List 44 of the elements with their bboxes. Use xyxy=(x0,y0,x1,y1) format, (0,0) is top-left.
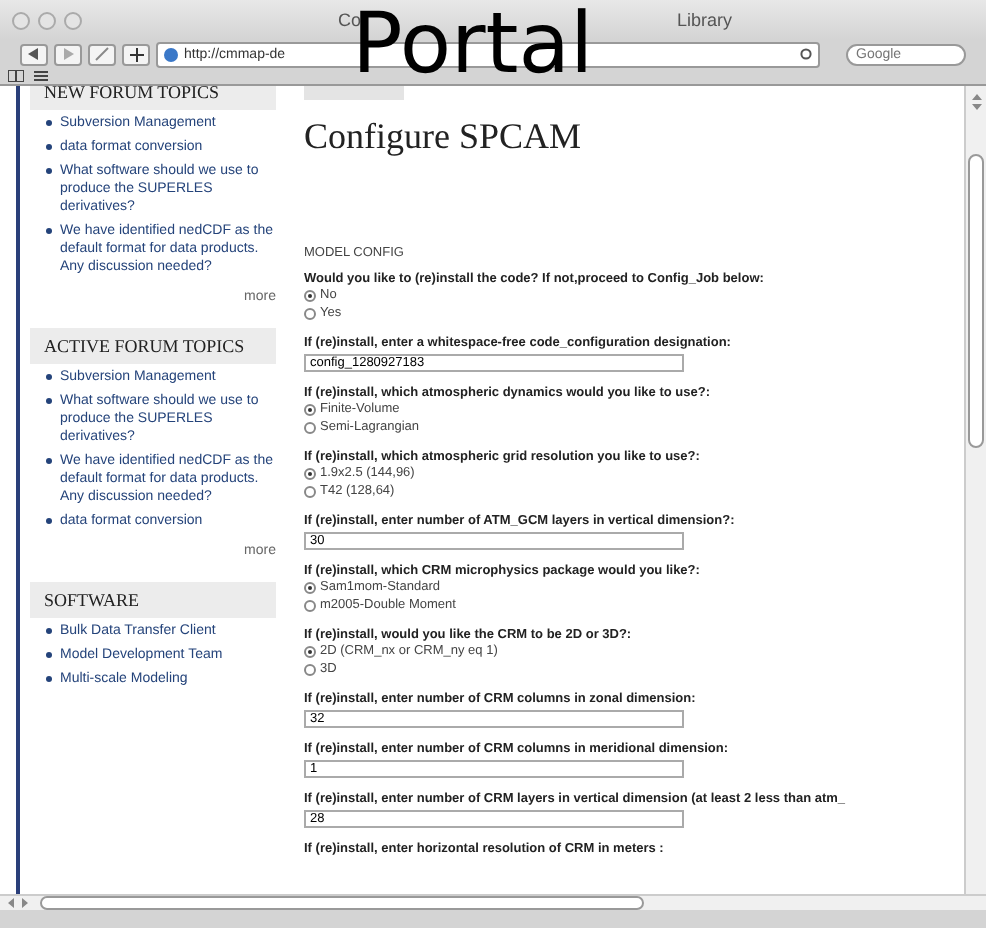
add-bookmark-button[interactable] xyxy=(122,43,150,65)
minimize-button[interactable] xyxy=(38,11,56,29)
back-button[interactable] xyxy=(20,43,48,65)
radio-button[interactable] xyxy=(304,485,316,498)
zoom-button[interactable] xyxy=(64,11,82,29)
window-title: Library xyxy=(677,10,733,30)
horizontal-scrollbar[interactable] xyxy=(0,894,986,910)
bullet-icon xyxy=(46,458,52,464)
radio-button[interactable] xyxy=(304,663,316,676)
radio-button[interactable] xyxy=(304,468,316,481)
bullet-icon xyxy=(46,652,52,658)
list-icon[interactable] xyxy=(34,70,48,82)
radio-button[interactable] xyxy=(304,404,316,417)
scroll-arrows-icon xyxy=(971,94,981,110)
radio-button[interactable] xyxy=(304,421,316,434)
sidebar-heading: SOFTWARE xyxy=(30,582,276,618)
plus-icon xyxy=(129,47,143,61)
sidebar-heading: NEW FORUM TOPICS xyxy=(30,86,276,110)
page-heading: Configure SPCAM xyxy=(304,116,584,158)
bullet-icon xyxy=(46,676,52,682)
globe-icon xyxy=(164,47,178,61)
radio-button[interactable] xyxy=(304,290,316,303)
radio-button[interactable] xyxy=(304,646,316,659)
bullet-icon xyxy=(46,628,52,634)
window-title: Co xyxy=(338,10,362,30)
scroll-arrows-icon xyxy=(8,898,28,908)
bullet-icon xyxy=(46,518,52,524)
bullet-icon xyxy=(46,398,52,404)
forward-icon xyxy=(62,48,74,60)
bullet-icon xyxy=(46,228,52,234)
reload-icon xyxy=(800,48,812,60)
back-icon xyxy=(28,48,40,60)
bullet-icon xyxy=(46,374,52,380)
bullet-icon xyxy=(46,168,52,174)
sidebar-heading: ACTIVE FORUM TOPICS xyxy=(30,328,276,364)
radio-button[interactable] xyxy=(304,599,316,612)
close-button[interactable] xyxy=(12,11,30,29)
vertical-scrollbar[interactable] xyxy=(964,86,986,894)
radio-button[interactable] xyxy=(304,582,316,595)
radio-button[interactable] xyxy=(304,307,316,320)
bullet-icon xyxy=(46,144,52,150)
bullet-icon xyxy=(46,120,52,126)
pencil-icon xyxy=(94,46,110,62)
book-icon[interactable] xyxy=(8,70,24,82)
